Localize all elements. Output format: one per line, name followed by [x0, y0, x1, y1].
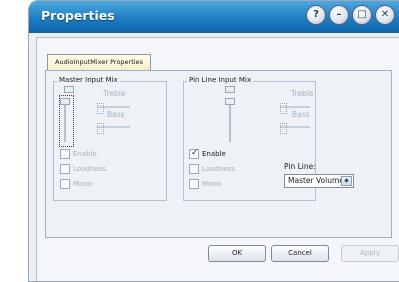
pin-line-select[interactable]: Master Volume ◆	[284, 174, 354, 188]
help-button[interactable]: ?	[306, 5, 326, 25]
pin-volume-slider[interactable]	[225, 98, 235, 105]
pin-loudness-checkbox[interactable]	[189, 164, 199, 174]
maximize-icon: □	[357, 9, 367, 20]
pin-line-input-mix-group: Pin Line Input Mix Treble Bass ✓ Enable …	[183, 76, 354, 201]
maximize-button[interactable]: □	[352, 5, 372, 25]
window-title: Properties	[41, 8, 115, 23]
master-treble-slider	[97, 103, 104, 114]
pin-balance-slider	[225, 86, 235, 93]
pin-enable-label: Enable	[202, 150, 226, 158]
master-mono-label: Mono	[73, 180, 93, 188]
master-input-mix-label: Master Input Mix	[57, 76, 120, 84]
tab-panel: Master Input Mix Treble Bass Enable Loud…	[45, 70, 392, 238]
minimize-button[interactable]: –	[329, 5, 349, 25]
help-icon: ?	[313, 9, 319, 20]
pin-enable-checkbox[interactable]: ✓	[189, 148, 199, 159]
apply-button[interactable]: Apply	[341, 245, 399, 262]
master-input-mix-group: Master Input Mix Treble Bass Enable Loud…	[53, 76, 167, 201]
pin-mono-checkbox[interactable]	[189, 179, 199, 189]
master-treble-label: Treble	[103, 89, 126, 98]
pin-loudness-label: Loudness	[202, 165, 235, 173]
master-bass-slider	[97, 123, 104, 134]
close-icon: ✕	[380, 9, 390, 20]
master-volume-slider[interactable]	[60, 98, 70, 105]
ok-button[interactable]: OK	[208, 245, 266, 262]
pin-treble-label: Treble	[291, 89, 314, 98]
dropdown-icon[interactable]: ◆	[341, 176, 352, 186]
properties-window: Properties ? – □ ✕ AudioInputMixer Prope…	[28, 0, 399, 282]
pin-bass-slider	[280, 123, 287, 134]
pin-line-select-value: Master Volume	[288, 176, 344, 185]
close-button[interactable]: ✕	[375, 5, 395, 25]
minimize-icon: –	[336, 9, 342, 20]
pin-bass-label: Bass	[292, 110, 310, 119]
master-loudness-label: Loudness	[73, 165, 106, 173]
pin-line-input-mix-label: Pin Line Input Mix	[187, 76, 253, 84]
master-mono-checkbox	[60, 179, 70, 189]
cancel-button[interactable]: Cancel	[271, 245, 329, 262]
master-loudness-checkbox	[60, 164, 70, 174]
master-bass-label: Bass	[107, 110, 125, 119]
pin-line-label: Pin Line:	[284, 162, 316, 171]
master-balance-slider	[64, 86, 74, 93]
checkmark-icon: ✓	[191, 148, 199, 158]
dialog-client-area: AudioInputMixer Properties Master Input …	[36, 37, 399, 281]
title-bar[interactable]: Properties ? – □ ✕	[29, 1, 399, 33]
master-enable-checkbox[interactable]	[60, 149, 70, 159]
pin-mono-label: Mono	[202, 180, 222, 188]
pin-treble-slider	[280, 103, 287, 114]
master-enable-label: Enable	[73, 150, 97, 158]
